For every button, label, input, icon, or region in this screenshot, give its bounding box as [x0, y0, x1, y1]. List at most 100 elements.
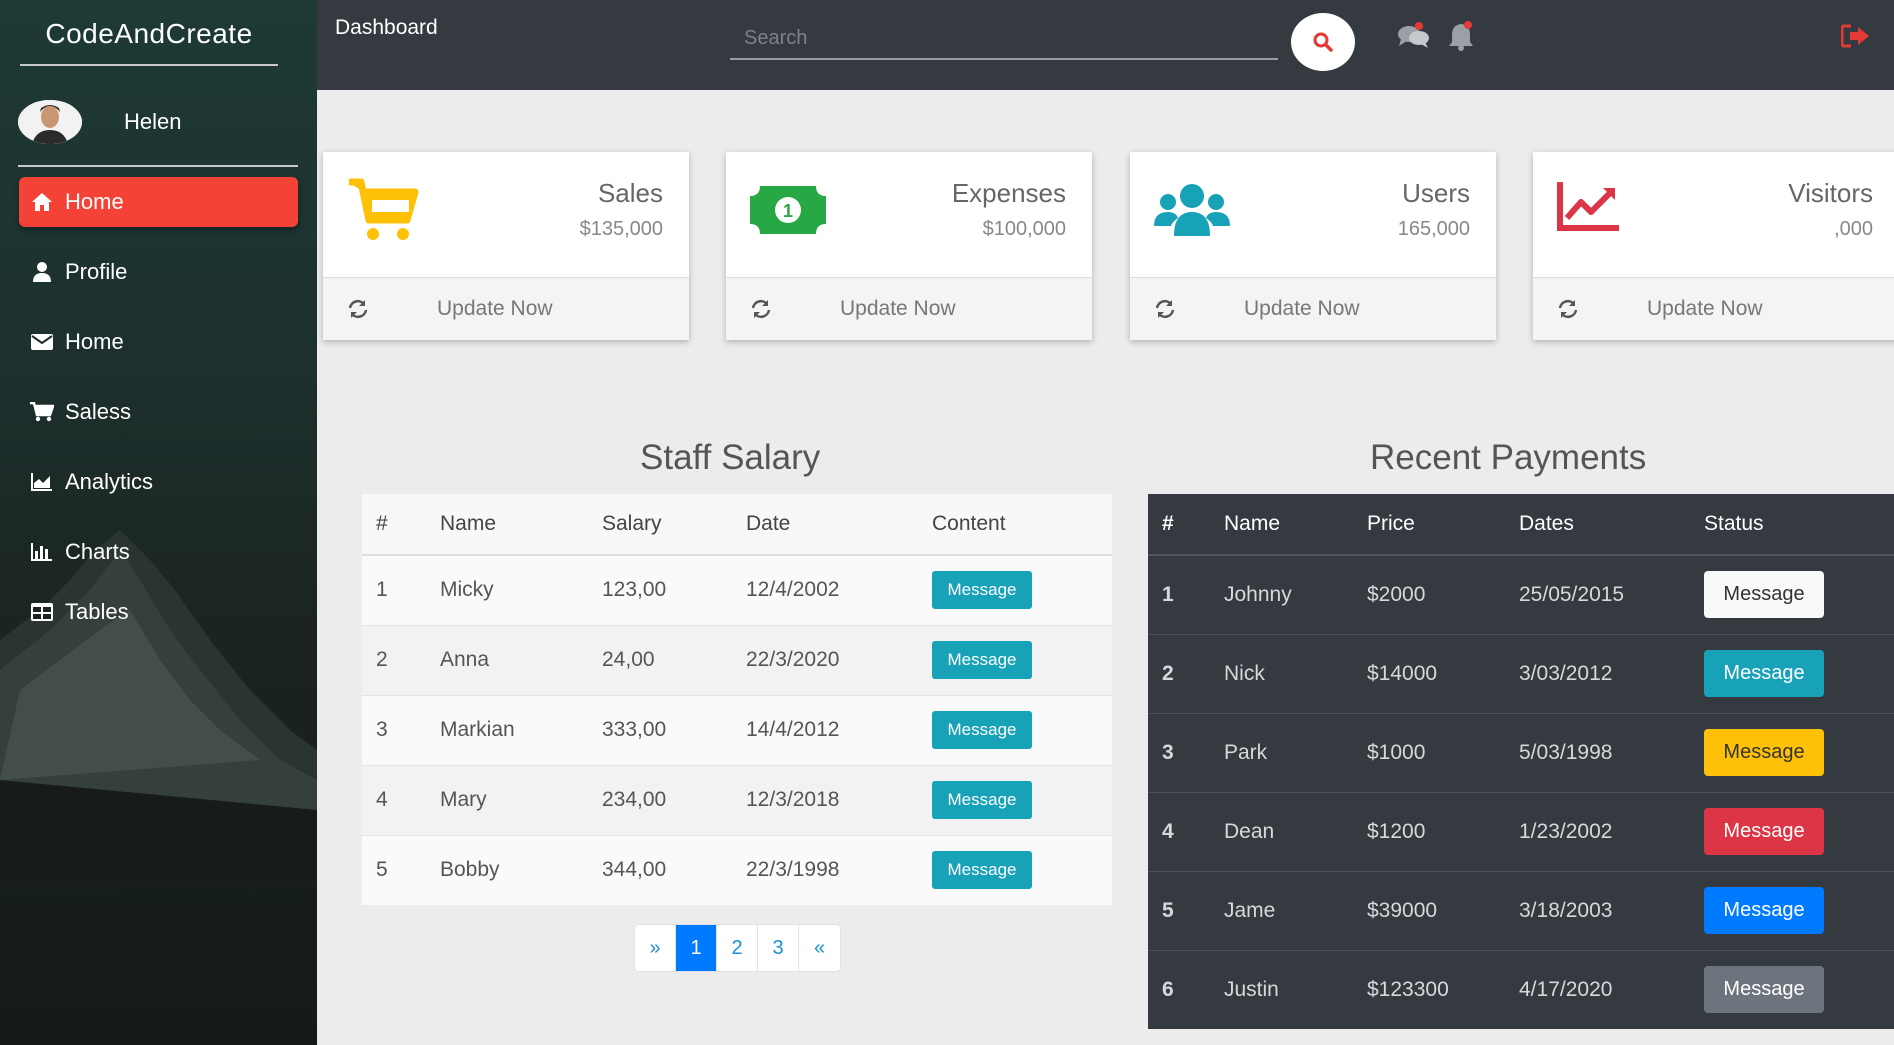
- search-input[interactable]: [730, 18, 1278, 60]
- cell-name: Anna: [440, 624, 602, 695]
- table-row: 5 Jame $39000 3/18/2003 Message: [1148, 870, 1894, 950]
- update-now-label: Update Now: [840, 297, 956, 320]
- update-now-button[interactable]: Update Now: [726, 277, 1092, 340]
- column-header: #: [1148, 494, 1224, 556]
- home-icon: [29, 191, 55, 213]
- sidebar-item-label: Home: [65, 189, 124, 214]
- table-row: 1 Johnny $2000 25/05/2015 Message: [1148, 554, 1894, 634]
- logout-icon[interactable]: [1840, 24, 1871, 53]
- sidebar-item-home[interactable]: Home: [19, 177, 298, 227]
- cell-name: Johnny: [1224, 554, 1367, 634]
- cell-salary: 333,00: [602, 694, 746, 765]
- card-value: ,000: [1834, 218, 1873, 240]
- column-header: Price: [1367, 494, 1519, 556]
- cart-icon: [29, 401, 55, 423]
- user-icon: [29, 261, 55, 283]
- sidebar-item-profile[interactable]: Profile: [19, 247, 298, 297]
- cell-price: $1200: [1367, 791, 1519, 871]
- cell-name: Mary: [440, 764, 602, 835]
- cell-name: Nick: [1224, 633, 1367, 713]
- status-message-button[interactable]: Message: [1704, 650, 1824, 697]
- page-1[interactable]: 1: [676, 925, 717, 971]
- bell-icon[interactable]: [1447, 20, 1475, 57]
- cell-salary: 234,00: [602, 764, 746, 835]
- card-title: Expenses: [951, 178, 1066, 208]
- refresh-icon: [347, 298, 373, 320]
- message-button[interactable]: Message: [932, 711, 1032, 749]
- cell-index: 6: [1148, 949, 1224, 1029]
- envelope-icon: [29, 331, 55, 353]
- message-button[interactable]: Message: [932, 851, 1032, 890]
- table-row: 2 Anna 24,00 22/3/2020 Message: [362, 624, 1112, 695]
- update-now-button[interactable]: Update Now: [1130, 277, 1496, 340]
- card-title: Sales: [597, 178, 663, 208]
- column-header: Status: [1704, 494, 1894, 556]
- users-card: Users 165,000 Update Now: [1130, 152, 1496, 340]
- search-button[interactable]: [1291, 13, 1355, 71]
- message-button[interactable]: Message: [932, 641, 1032, 679]
- cell-index: 3: [362, 694, 440, 765]
- avatar[interactable]: [18, 100, 82, 144]
- update-now-button[interactable]: Update Now: [1533, 277, 1894, 340]
- brand-title[interactable]: CodeAndCreate: [20, 18, 278, 66]
- message-button[interactable]: Message: [932, 781, 1032, 819]
- cell-date: 4/17/2020: [1519, 949, 1704, 1029]
- cell-index: 2: [362, 624, 440, 695]
- user-name: Helen: [124, 109, 182, 134]
- cell-name: Justin: [1224, 949, 1367, 1029]
- page-prev[interactable]: «: [799, 925, 840, 971]
- cell-price: $1000: [1367, 712, 1519, 792]
- user-profile[interactable]: Helen: [18, 100, 181, 144]
- cell-name: Park: [1224, 712, 1367, 792]
- cell-index: 5: [1148, 870, 1224, 950]
- column-header: #: [362, 494, 440, 556]
- sidebar-item-label: Saless: [65, 399, 132, 424]
- page-title: Dashboard: [335, 16, 438, 39]
- chat-icon[interactable]: [1397, 22, 1431, 55]
- cell-price: $14000: [1367, 633, 1519, 713]
- recent-payments-table: # Name Price Dates Status 1 Johnny $2000…: [1148, 494, 1894, 1029]
- status-message-button[interactable]: Message: [1704, 966, 1824, 1014]
- update-now-label: Update Now: [1647, 297, 1763, 320]
- cell-date: 22/3/1998: [746, 834, 932, 905]
- cell-date: 14/4/2012: [746, 694, 932, 765]
- sidebar-item-charts[interactable]: Charts: [19, 527, 298, 577]
- sidebar-item-tables[interactable]: Tables: [19, 587, 298, 637]
- card-value: $135,000: [579, 218, 663, 240]
- sidebar-item-label: Profile: [65, 259, 128, 284]
- update-now-label: Update Now: [437, 297, 553, 320]
- area-chart-icon: [29, 471, 55, 493]
- cell-salary: 123,00: [602, 554, 746, 625]
- page-next[interactable]: »: [635, 925, 676, 971]
- column-header: Date: [746, 494, 932, 556]
- status-message-button[interactable]: Message: [1704, 808, 1824, 855]
- page-2[interactable]: 2: [717, 925, 758, 971]
- sidebar-item-label: Home: [65, 329, 124, 354]
- sidebar-nav: Home Profile Home Saless Analytics Chart…: [19, 177, 298, 657]
- cell-date: 1/23/2002: [1519, 791, 1704, 871]
- money-icon: 1: [750, 186, 826, 239]
- sidebar-item-sales[interactable]: Saless: [19, 387, 298, 437]
- table-row: 1 Micky 123,00 12/4/2002 Message: [362, 554, 1112, 625]
- column-header: Name: [440, 494, 602, 556]
- status-message-button[interactable]: Message: [1704, 887, 1824, 934]
- sidebar-item-analytics[interactable]: Analytics: [19, 457, 298, 507]
- cell-salary: 344,00: [602, 834, 746, 905]
- status-message-button[interactable]: Message: [1704, 729, 1824, 776]
- cell-price: $123300: [1367, 949, 1519, 1029]
- cell-date: 22/3/2020: [746, 624, 932, 695]
- update-now-button[interactable]: Update Now: [323, 277, 689, 340]
- cell-date: 5/03/1998: [1519, 712, 1704, 792]
- cell-date: 25/05/2015: [1519, 554, 1704, 634]
- status-message-button[interactable]: Message: [1704, 571, 1824, 619]
- cell-name: Jame: [1224, 870, 1367, 950]
- staff-salary-table: # Name Salary Date Content 1 Micky 123,0…: [362, 494, 1112, 905]
- cell-index: 1: [1148, 554, 1224, 634]
- users-icon: [1154, 182, 1230, 243]
- page-3[interactable]: 3: [758, 925, 799, 971]
- card-title: Visitors: [1788, 178, 1873, 208]
- message-button[interactable]: Message: [932, 571, 1032, 610]
- sidebar-item-messages[interactable]: Home: [19, 317, 298, 367]
- cell-price: $2000: [1367, 554, 1519, 634]
- staff-salary-title: Staff Salary: [640, 438, 821, 477]
